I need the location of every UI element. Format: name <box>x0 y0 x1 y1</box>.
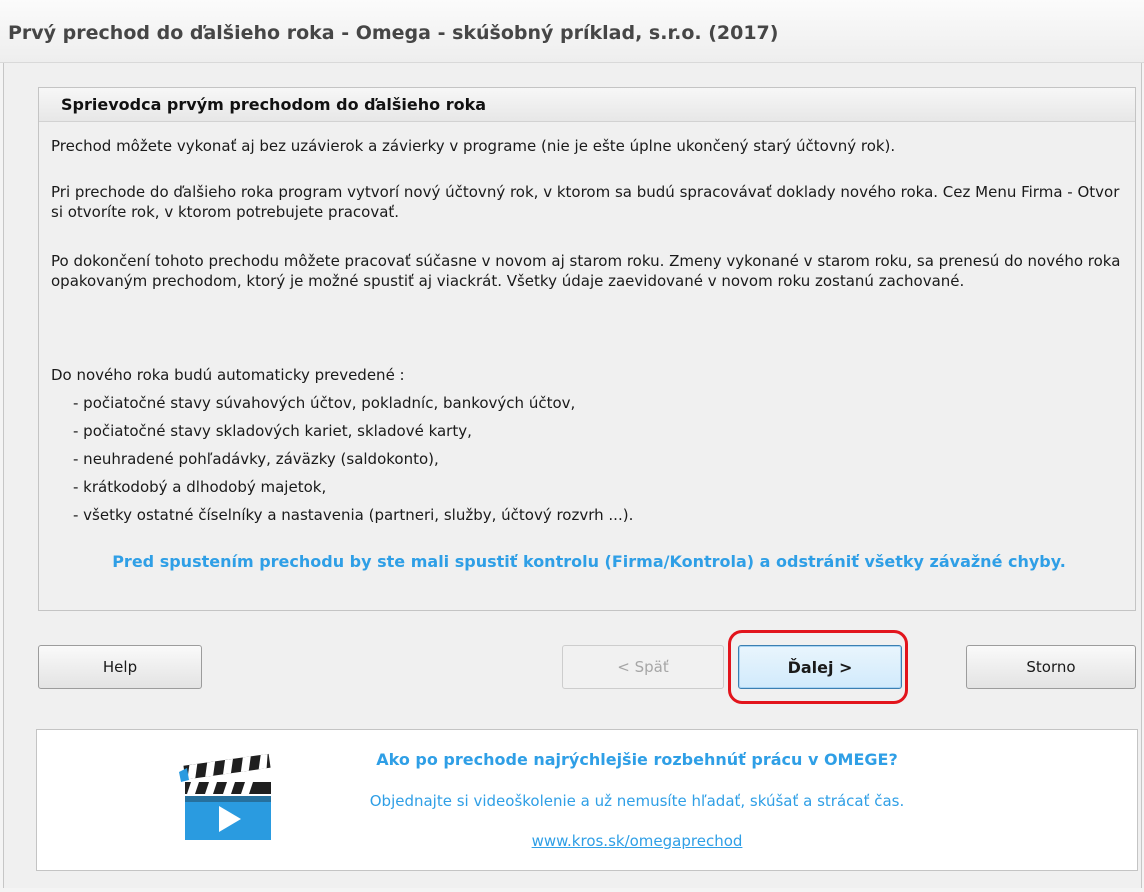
transfer-list-item: - počiatočné stavy súvahových účtov, pok… <box>73 394 576 412</box>
promo-subtext: Objednajte si videoškolenie a už nemusít… <box>369 792 905 810</box>
next-button-highlight <box>728 630 908 704</box>
info-paragraph-1: Prechod môžete vykonať aj bez uzávierok … <box>51 137 896 155</box>
info-paragraph-2: Pri prechode do ďalšieho roka program vy… <box>51 183 1120 221</box>
transfer-list-item: - krátkodobý a dlhodobý majetok, <box>73 478 327 496</box>
wizard-panel-header: Sprievodca prvým prechodom do ďalšieho r… <box>39 88 1135 122</box>
window-title: Prvý prechod do ďalšieho roka - Omega - … <box>8 22 779 44</box>
promo-headline: Ako po prechode najrýchlejšie rozbehnúť … <box>376 750 898 769</box>
cancel-button[interactable]: Storno <box>966 645 1136 689</box>
back-button[interactable]: < Späť <box>562 645 724 689</box>
help-button[interactable]: Help <box>38 645 202 689</box>
promo-link[interactable]: www.kros.sk/omegaprechod <box>137 832 1137 850</box>
wizard-info-panel: Sprievodca prvým prechodom do ďalšieho r… <box>38 87 1136 611</box>
title-bar: Prvý prechod do ďalšieho roka - Omega - … <box>0 0 1144 63</box>
transfer-list-item: - neuhradené pohľadávky, záväzky (saldok… <box>73 450 439 468</box>
info-paragraph-3: Po dokončení tohoto prechodu môžete prac… <box>51 252 1121 290</box>
transfer-list-item: - počiatočné stavy skladových kariet, sk… <box>73 422 472 440</box>
transfer-list-item: - všetky ostatné číselníky a nastavenia … <box>73 506 634 524</box>
transfer-list-intro: Do nového roka budú automaticky preveden… <box>51 366 405 384</box>
wizard-heading: Sprievodca prvým prechodom do ďalšieho r… <box>61 95 487 114</box>
control-warning: Pred spustením prechodu by ste mali spus… <box>112 552 1066 571</box>
video-training-promo: Ako po prechode najrýchlejšie rozbehnúť … <box>36 729 1138 871</box>
